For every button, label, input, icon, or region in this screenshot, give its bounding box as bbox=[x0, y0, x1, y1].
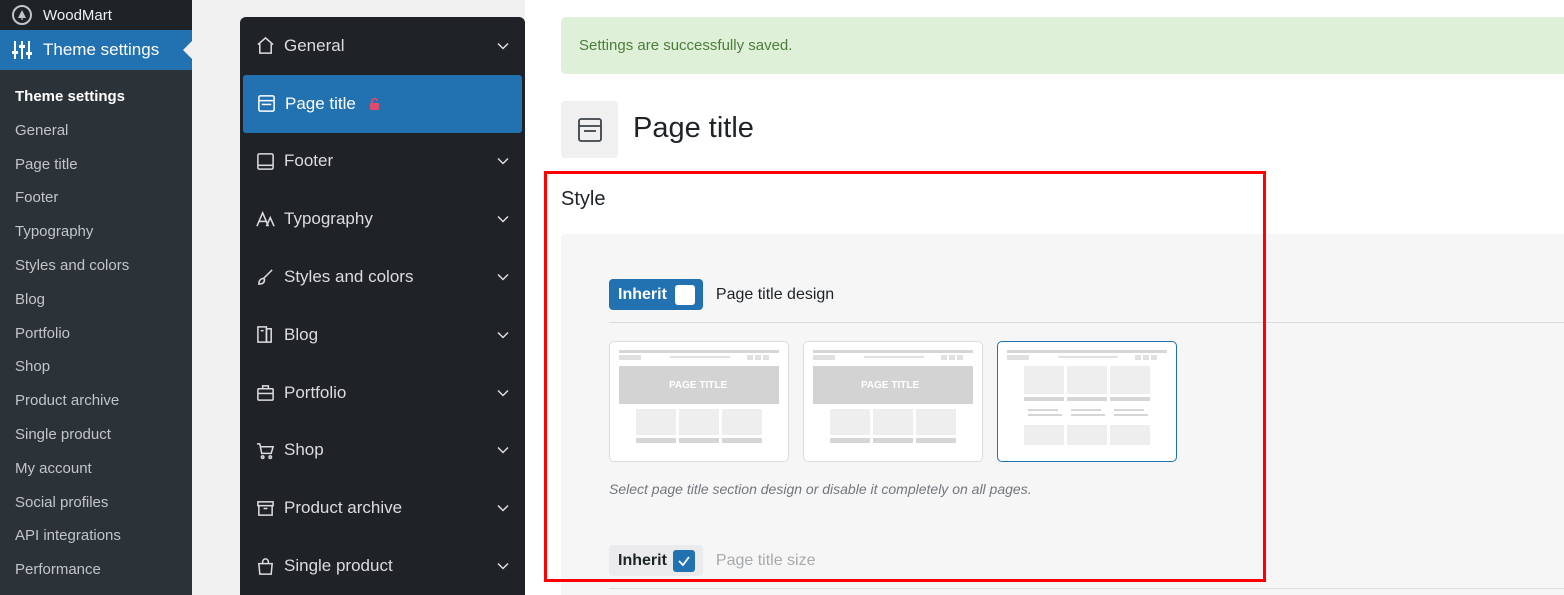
page-title: Page title bbox=[633, 112, 754, 144]
page-title-design-field: Inherit Page title design bbox=[609, 279, 834, 310]
cart-icon bbox=[256, 441, 275, 460]
inherit-toggle-size[interactable]: Inherit bbox=[609, 545, 703, 576]
inherit-toggle-design[interactable]: Inherit bbox=[609, 279, 703, 310]
divider bbox=[609, 588, 1564, 589]
book-icon bbox=[256, 325, 275, 344]
woodmart-label: WoodMart bbox=[43, 6, 112, 24]
nav-item-footer[interactable]: Footer bbox=[240, 133, 525, 191]
theme-settings-submenu: Theme settings General Page title Footer… bbox=[0, 70, 192, 595]
chevron-down-icon bbox=[497, 216, 509, 223]
submenu-page-title[interactable]: Page title bbox=[0, 148, 192, 182]
submenu-typography[interactable]: Typography bbox=[0, 215, 192, 249]
design-option-disabled[interactable] bbox=[997, 341, 1177, 462]
nav-item-label: General bbox=[284, 35, 345, 55]
chevron-down-icon bbox=[497, 274, 509, 281]
page-title-icon bbox=[561, 101, 618, 158]
chevron-down-icon bbox=[497, 505, 509, 512]
nav-item-general[interactable]: General bbox=[240, 17, 525, 75]
nav-item-label: Typography bbox=[284, 209, 373, 229]
settings-main: Settings are successfully saved. Page ti… bbox=[525, 0, 1564, 595]
nav-item-shop[interactable]: Shop bbox=[240, 422, 525, 480]
checkmark-icon bbox=[678, 555, 690, 566]
woodmart-menu-item[interactable]: WoodMart bbox=[0, 0, 192, 30]
inherit-label: Inherit bbox=[618, 551, 667, 569]
nav-item-single-product[interactable]: Single product bbox=[240, 537, 525, 595]
submenu-shop[interactable]: Shop bbox=[0, 350, 192, 384]
inherit-label: Inherit bbox=[618, 285, 667, 303]
submenu-blog[interactable]: Blog bbox=[0, 283, 192, 317]
chevron-down-icon bbox=[497, 389, 509, 397]
section-title-style: Style bbox=[561, 188, 606, 210]
design-hint: Select page title section design or disa… bbox=[609, 481, 1032, 497]
submenu-general[interactable]: General bbox=[0, 114, 192, 148]
nav-item-blog[interactable]: Blog bbox=[240, 306, 525, 364]
design-preview-default: PAGE TITLE bbox=[619, 350, 779, 443]
submenu-portfolio[interactable]: Portfolio bbox=[0, 317, 192, 351]
window-icon bbox=[257, 94, 276, 113]
submenu-single-product[interactable]: Single product bbox=[0, 418, 192, 452]
success-notice: Settings are successfully saved. bbox=[561, 17, 1564, 74]
chevron-down-icon bbox=[497, 42, 509, 50]
submenu-performance[interactable]: Performance bbox=[0, 553, 192, 587]
nav-item-product-archive[interactable]: Product archive bbox=[240, 479, 525, 537]
wp-admin-sidebar: WoodMart Theme settings Theme settings G… bbox=[0, 0, 192, 595]
archive-icon bbox=[256, 499, 275, 518]
submenu-footer[interactable]: Footer bbox=[0, 181, 192, 215]
nav-item-label: Single product bbox=[284, 556, 393, 576]
design-option-default[interactable]: PAGE TITLE bbox=[609, 341, 789, 462]
woodmart-logo-icon bbox=[12, 5, 32, 25]
submenu-product-archive[interactable]: Product archive bbox=[0, 384, 192, 418]
style-settings-panel: Inherit Page title design PAGE TITLE PAG… bbox=[561, 234, 1564, 595]
theme-settings-label: Theme settings bbox=[43, 40, 160, 59]
nav-item-label: Page title bbox=[285, 93, 356, 113]
typography-icon bbox=[256, 210, 275, 229]
field-label-page-title-design: Page title design bbox=[715, 285, 835, 303]
design-preview-disabled bbox=[1007, 350, 1167, 445]
footer-icon bbox=[256, 152, 275, 171]
submenu-my-account[interactable]: My account bbox=[0, 452, 192, 486]
bag-icon bbox=[256, 557, 275, 576]
brush-icon bbox=[256, 268, 275, 287]
nav-item-label: Shop bbox=[284, 440, 324, 460]
nav-item-styles-and-colors[interactable]: Styles and colors bbox=[240, 248, 525, 306]
field-label-page-title-size: Page title size bbox=[715, 551, 816, 569]
inherit-checkbox[interactable] bbox=[672, 549, 695, 572]
nav-item-label: Product archive bbox=[284, 498, 403, 518]
submenu-social-profiles[interactable]: Social profiles bbox=[0, 486, 192, 520]
theme-settings-menu-item[interactable]: Theme settings bbox=[0, 30, 192, 70]
nav-item-page-title[interactable]: Page title bbox=[243, 74, 522, 133]
lock-icon bbox=[369, 97, 379, 111]
chevron-down-icon bbox=[497, 563, 509, 570]
nav-item-label: Portfolio bbox=[284, 382, 347, 402]
nav-item-typography[interactable]: Typography bbox=[240, 190, 525, 248]
submenu-api-integrations[interactable]: API integrations bbox=[0, 519, 192, 553]
chevron-down-icon bbox=[497, 447, 509, 455]
home-icon bbox=[256, 36, 275, 55]
briefcase-icon bbox=[256, 383, 275, 402]
design-option-centered[interactable]: PAGE TITLE bbox=[803, 341, 983, 462]
nav-item-label: Blog bbox=[284, 324, 319, 344]
inherit-checkbox[interactable] bbox=[674, 284, 695, 305]
design-option-caption: PAGE TITLE bbox=[861, 380, 919, 391]
design-preview-centered: PAGE TITLE bbox=[813, 350, 973, 443]
nav-item-label: Footer bbox=[284, 151, 334, 171]
design-option-caption: PAGE TITLE bbox=[669, 380, 727, 391]
divider bbox=[609, 322, 1564, 323]
design-options: PAGE TITLE PAGE TITLE bbox=[609, 341, 1191, 462]
submenu-styles-and-colors[interactable]: Styles and colors bbox=[0, 249, 192, 283]
chevron-down-icon bbox=[497, 331, 509, 339]
submenu-theme-settings[interactable]: Theme settings bbox=[0, 80, 192, 114]
nav-item-label: Styles and colors bbox=[284, 267, 414, 287]
chevron-down-icon bbox=[497, 158, 509, 166]
nav-item-portfolio[interactable]: Portfolio bbox=[240, 364, 525, 422]
sliders-icon bbox=[12, 41, 32, 59]
page-title-size-field: Inherit Page title size bbox=[609, 545, 816, 576]
theme-settings-nav: General Page title Footer Typography Sty… bbox=[240, 17, 525, 595]
